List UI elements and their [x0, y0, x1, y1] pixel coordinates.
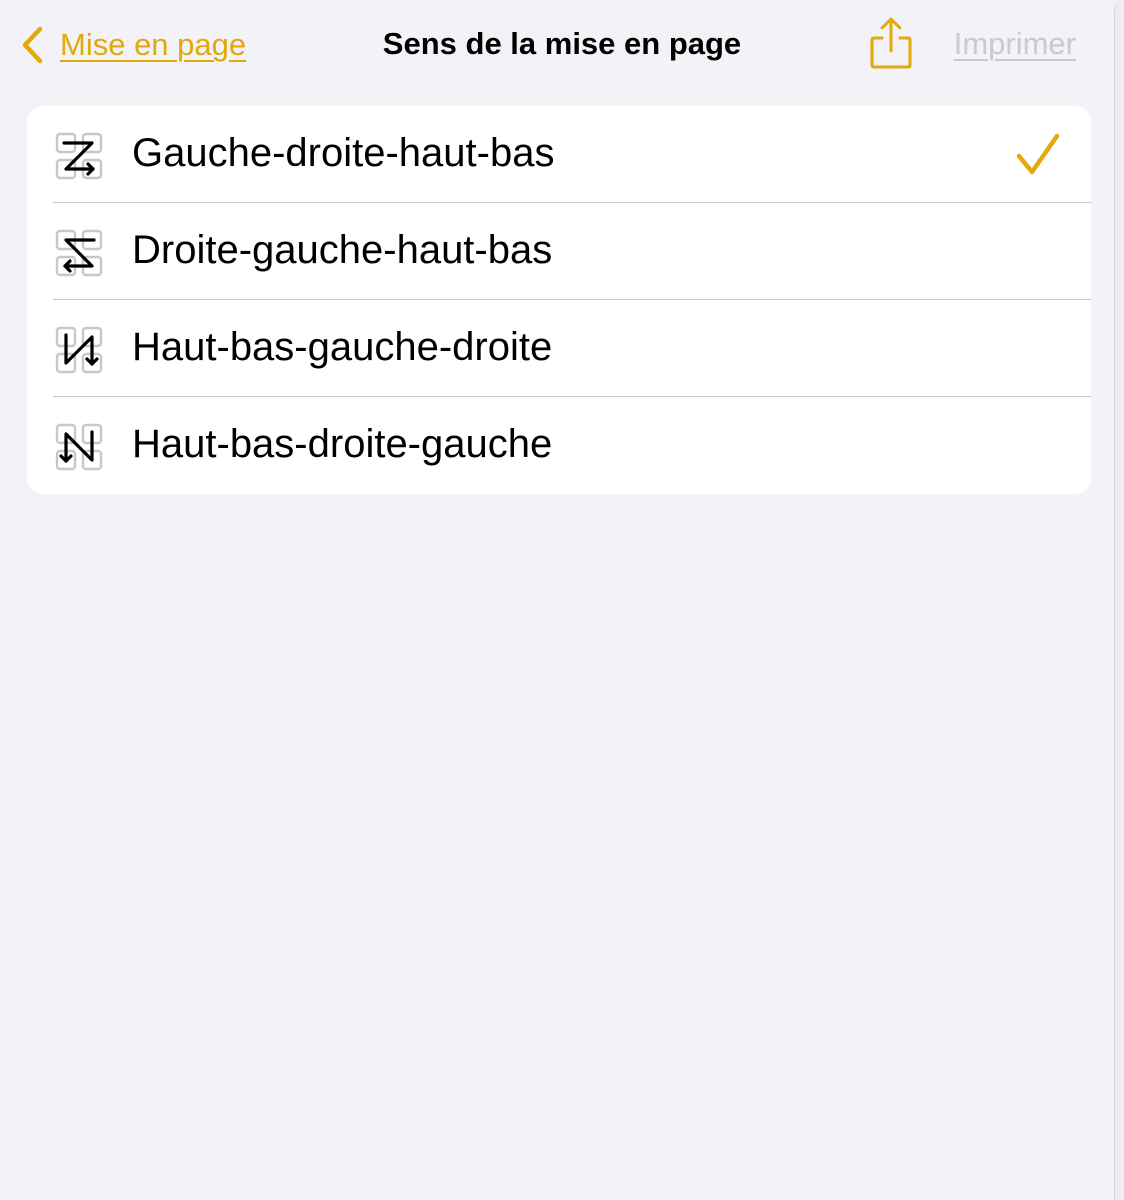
back-button-label: Mise en page [60, 27, 247, 62]
right-left-top-bottom-icon [55, 229, 103, 277]
left-right-top-bottom-icon [55, 132, 103, 180]
page-title: Sens de la mise en page [382, 26, 742, 61]
option-label: Gauche-droite-haut-bas [132, 131, 555, 175]
layout-direction-screen: Mise en page Sens de la mise en page Imp… [0, 0, 1124, 1200]
option-left-right-top-bottom[interactable]: Gauche-droite-haut-bas [27, 106, 1091, 203]
option-label: Haut-bas-droite-gauche [132, 422, 553, 466]
option-top-bottom-left-right[interactable]: Haut-bas-gauche-droite [27, 300, 1091, 397]
back-button[interactable]: Mise en page [18, 22, 246, 68]
share-button[interactable] [866, 14, 916, 72]
sheet-edge [1114, 0, 1124, 1200]
option-label: Droite-gauche-haut-bas [132, 228, 553, 272]
top-bottom-right-left-icon [55, 423, 103, 471]
top-bottom-left-right-icon [55, 326, 103, 374]
chevron-left-icon [22, 26, 43, 64]
layout-direction-list: Gauche-droite-haut-bas Droite-gauche-hau… [27, 106, 1091, 494]
print-button[interactable]: Imprimer [954, 26, 1076, 62]
checkmark-icon [1015, 132, 1061, 178]
option-label: Haut-bas-gauche-droite [132, 325, 553, 369]
option-right-left-top-bottom[interactable]: Droite-gauche-haut-bas [27, 203, 1091, 300]
option-top-bottom-right-left[interactable]: Haut-bas-droite-gauche [27, 397, 1091, 494]
share-icon [870, 17, 912, 69]
navigation-bar: Mise en page Sens de la mise en page Imp… [0, 0, 1110, 90]
